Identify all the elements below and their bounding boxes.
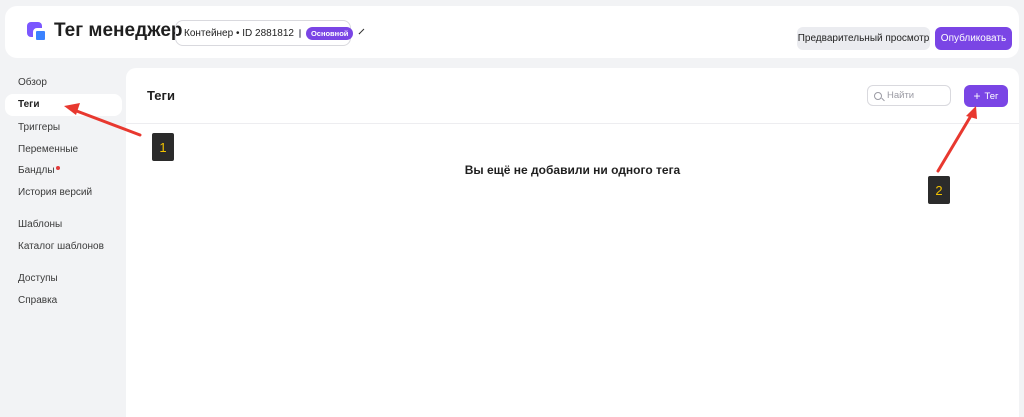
- sidebar-item-tags[interactable]: Теги: [5, 94, 122, 116]
- container-selector[interactable]: Контейнер • ID 2881812 Основной: [175, 20, 365, 46]
- sidebar-item-help[interactable]: Справка: [18, 295, 57, 306]
- sidebar: Обзор Теги Триггеры Переменные Бандлы Ис…: [5, 68, 122, 417]
- sidebar-item-overview[interactable]: Обзор: [18, 77, 47, 88]
- search-input[interactable]: [887, 90, 947, 101]
- chevron-down-icon: [359, 28, 365, 34]
- container-badge: Основной: [305, 26, 354, 40]
- annotation-marker-1: 1: [152, 133, 174, 161]
- annotation-marker-2: 2: [928, 176, 950, 204]
- add-tag-button[interactable]: + Тег: [964, 85, 1008, 107]
- container-label: Контейнер • ID 2881812: [184, 27, 294, 39]
- sidebar-item-variables[interactable]: Переменные: [18, 144, 78, 155]
- app-title: Тег менеджер: [54, 20, 183, 41]
- notification-dot-icon: [55, 166, 60, 170]
- sidebar-item-access[interactable]: Доступы: [18, 273, 58, 284]
- main-panel: Теги + Тег Вы ещё не добавили ни одного …: [126, 68, 1019, 417]
- add-tag-label: Тег: [984, 90, 999, 102]
- search-box[interactable]: [867, 85, 951, 106]
- copy-icon[interactable]: [298, 28, 301, 38]
- empty-state-message: Вы ещё не добавили ни одного тега: [464, 163, 681, 177]
- sidebar-item-label: Бандлы: [18, 165, 55, 176]
- page-title: Теги: [147, 88, 175, 103]
- preview-button[interactable]: Предварительный просмотр: [797, 27, 930, 50]
- search-icon: [874, 91, 882, 100]
- sidebar-item-version-history[interactable]: История версий: [18, 187, 92, 198]
- sidebar-item-triggers[interactable]: Триггеры: [18, 122, 60, 133]
- sidebar-item-template-catalog[interactable]: Каталог шаблонов: [18, 241, 104, 252]
- top-header: Тег менеджер Контейнер • ID 2881812 Осно…: [5, 6, 1019, 58]
- sidebar-item-bundles[interactable]: Бандлы: [18, 165, 60, 176]
- divider: [126, 123, 1019, 124]
- publish-button[interactable]: Опубликовать: [935, 27, 1012, 50]
- sidebar-item-templates[interactable]: Шаблоны: [18, 219, 62, 230]
- tag-manager-logo-icon: [27, 22, 49, 44]
- plus-icon: +: [973, 89, 981, 103]
